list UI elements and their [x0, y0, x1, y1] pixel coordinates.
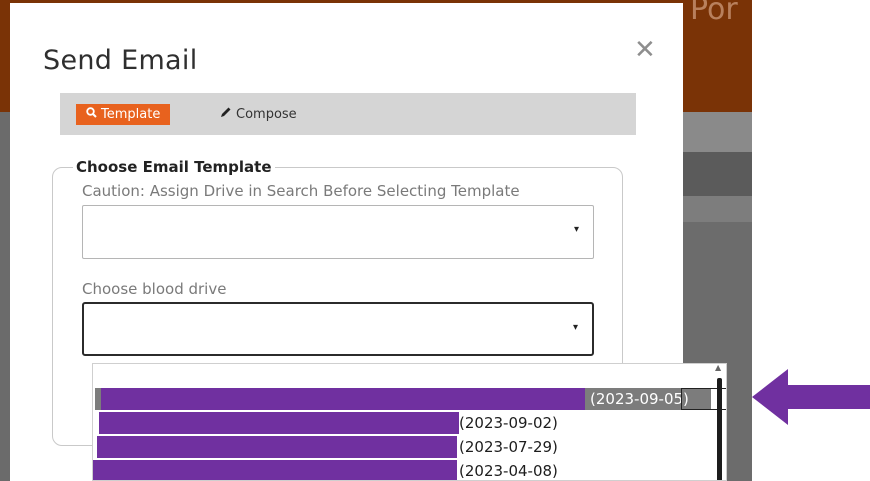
dropdown-option[interactable]: (2023-09-02) [97, 412, 713, 434]
background-band [680, 112, 752, 152]
option-date: (2023-07-29) [459, 438, 558, 456]
caret-down-icon: ▾ [572, 322, 578, 333]
background-title-fragment: Por [690, 0, 738, 27]
redacted-name [99, 412, 459, 434]
fieldset-legend: Choose Email Template [76, 158, 272, 176]
redacted-name [97, 436, 457, 458]
tab-compose-label: Compose [236, 107, 297, 122]
blood-drive-dropdown[interactable]: (2023-09-05) (2023-09-02) (2023-07-29) (… [92, 363, 727, 481]
search-icon [86, 104, 97, 125]
tab-template-label: Template [101, 107, 161, 122]
caret-down-icon: ▾ [573, 224, 579, 235]
option-date: (2023-09-05) [590, 390, 689, 408]
redacted-name [101, 388, 585, 410]
background-band [680, 152, 752, 196]
scrollbar-thumb[interactable] [717, 378, 722, 480]
tab-compose[interactable]: Compose [220, 104, 297, 125]
modal-title: Send Email [43, 45, 198, 76]
caution-text: Caution: Assign Drive in Search Before S… [82, 182, 520, 200]
tab-template[interactable]: Template [76, 104, 171, 125]
blood-drive-select[interactable]: ▾ [82, 302, 594, 356]
redacted-name [93, 460, 457, 480]
option-date: (2023-04-08) [459, 462, 558, 480]
tab-bar: Template Compose [60, 93, 636, 135]
option-date: (2023-09-02) [459, 414, 558, 432]
dropdown-option[interactable]: (2023-09-05) [95, 388, 711, 410]
background-band [680, 196, 752, 222]
pencil-icon [220, 104, 232, 125]
dropdown-option[interactable]: (2023-07-29) [97, 436, 713, 458]
scroll-up-icon[interactable]: ▲ [715, 364, 721, 372]
background-left-strip [0, 112, 10, 481]
close-icon[interactable]: ✕ [634, 35, 656, 65]
dropdown-option[interactable]: (2023-04-08) [93, 460, 713, 480]
template-select[interactable]: ▾ [82, 205, 594, 259]
pointer-arrow-icon [752, 369, 870, 425]
drive-label: Choose blood drive [82, 280, 227, 298]
